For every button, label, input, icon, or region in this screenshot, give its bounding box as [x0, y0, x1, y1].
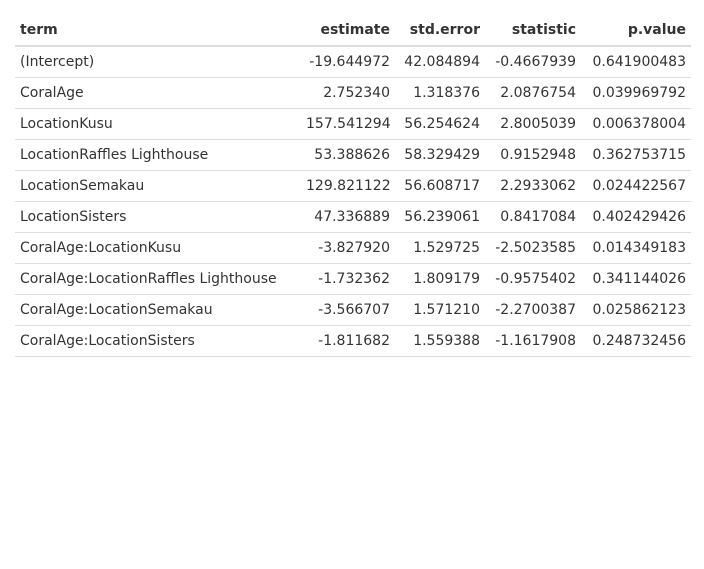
cell-p-value: 0.402429426: [581, 201, 691, 233]
cell-p-value: 0.248732456: [581, 325, 691, 357]
cell-statistic: -2.2700387: [485, 294, 581, 326]
table-row: LocationRaffles Lighthouse 53.388626 58.32…: [15, 139, 691, 171]
table-row: LocationSemakau 129.821122 56.608717 2.2933…: [15, 170, 691, 202]
header-p-value: p.value: [581, 15, 691, 47]
cell-term: LocationRaffles Lighthouse: [15, 139, 301, 171]
cell-statistic: 2.2933062: [485, 170, 581, 202]
header-std-error: std.error: [395, 15, 485, 47]
cell-std-error: 1.318376: [395, 77, 485, 109]
cell-term: (Intercept): [15, 46, 301, 78]
regression-results-table: term estimate std.error statistic p.valu…: [15, 15, 691, 357]
cell-estimate: -19.644972: [301, 46, 395, 78]
table-row: CoralAge:LocationSisters -1.811682 1.55938…: [15, 325, 691, 357]
cell-statistic: -1.1617908: [485, 325, 581, 357]
cell-estimate: 2.752340: [301, 77, 395, 109]
cell-std-error: 1.559388: [395, 325, 485, 357]
cell-estimate: 47.336889: [301, 201, 395, 233]
cell-std-error: 1.571210: [395, 294, 485, 326]
cell-statistic: 0.8417084: [485, 201, 581, 233]
cell-term: CoralAge:LocationRaffles Lighthouse: [15, 263, 301, 295]
cell-p-value: 0.025862123: [581, 294, 691, 326]
cell-p-value: 0.039969792: [581, 77, 691, 109]
cell-term: LocationSisters: [15, 201, 301, 233]
table-row: CoralAge:LocationKusu -3.827920 1.529725 -2…: [15, 232, 691, 264]
header-row: term estimate std.error statistic p.valu…: [15, 15, 691, 47]
cell-std-error: 1.809179: [395, 263, 485, 295]
cell-estimate: 53.388626: [301, 139, 395, 171]
cell-std-error: 56.239061: [395, 201, 485, 233]
table-row: LocationKusu 157.541294 56.254624 2.8005039…: [15, 108, 691, 140]
cell-estimate: -3.566707: [301, 294, 395, 326]
cell-std-error: 58.329429: [395, 139, 485, 171]
cell-term: CoralAge:LocationSemakau: [15, 294, 301, 326]
cell-statistic: 2.8005039: [485, 108, 581, 140]
table-row: (Intercept) -19.644972 42.084894 -0.4667939…: [15, 46, 691, 78]
cell-std-error: 42.084894: [395, 46, 485, 78]
cell-term: CoralAge:LocationKusu: [15, 232, 301, 264]
cell-statistic: -2.5023585: [485, 232, 581, 264]
cell-p-value: 0.641900483: [581, 46, 691, 78]
cell-estimate: 157.541294: [301, 108, 395, 140]
cell-statistic: 2.0876754: [485, 77, 581, 109]
cell-estimate: 129.821122: [301, 170, 395, 202]
cell-p-value: 0.006378004: [581, 108, 691, 140]
cell-std-error: 56.608717: [395, 170, 485, 202]
results-table-container: term estimate std.error statistic p.valu…: [15, 15, 691, 357]
cell-estimate: -3.827920: [301, 232, 395, 264]
table-row: CoralAge:LocationRaffles Lighthouse -1.73…: [15, 263, 691, 295]
cell-p-value: 0.014349183: [581, 232, 691, 264]
table-row: CoralAge 2.752340 1.318376 2.0876754 0.03996…: [15, 77, 691, 109]
cell-p-value: 0.341144026: [581, 263, 691, 295]
cell-std-error: 1.529725: [395, 232, 485, 264]
table-header: term estimate std.error statistic p.valu…: [15, 15, 691, 47]
header-term: term: [15, 15, 301, 47]
cell-estimate: -1.811682: [301, 325, 395, 357]
cell-term: CoralAge: [15, 77, 301, 109]
cell-statistic: -0.4667939: [485, 46, 581, 78]
header-estimate: estimate: [301, 15, 395, 47]
cell-statistic: -0.9575402: [485, 263, 581, 295]
cell-term: LocationSemakau: [15, 170, 301, 202]
cell-estimate: -1.732362: [301, 263, 395, 295]
cell-term: LocationKusu: [15, 108, 301, 140]
cell-term: CoralAge:LocationSisters: [15, 325, 301, 357]
cell-p-value: 0.024422567: [581, 170, 691, 202]
table-row: CoralAge:LocationSemakau -3.566707 1.57121…: [15, 294, 691, 326]
table-body: (Intercept) -19.644972 42.084894 -0.4667939…: [15, 46, 691, 357]
table-row: LocationSisters 47.336889 56.239061 0.84170…: [15, 201, 691, 233]
header-statistic: statistic: [485, 15, 581, 47]
cell-statistic: 0.9152948: [485, 139, 581, 171]
cell-std-error: 56.254624: [395, 108, 485, 140]
cell-p-value: 0.362753715: [581, 139, 691, 171]
